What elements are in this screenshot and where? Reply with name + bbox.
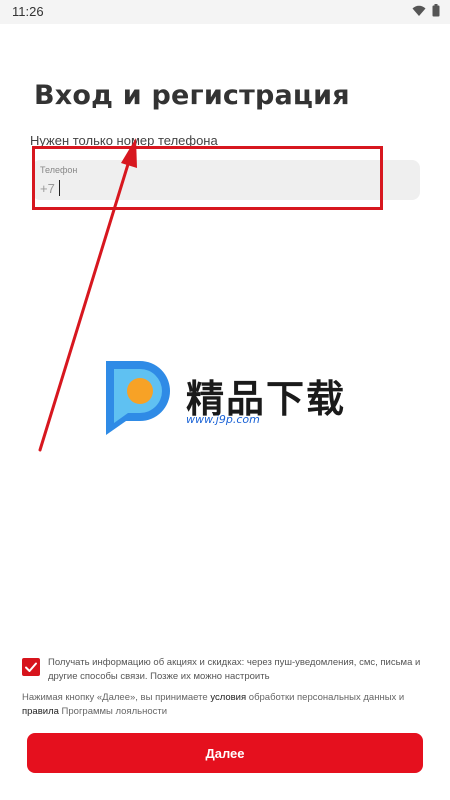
- terms-link-conditions[interactable]: условия: [210, 692, 246, 703]
- next-button[interactable]: Далее: [27, 733, 423, 773]
- wifi-icon: [412, 4, 426, 22]
- status-time: 11:26: [12, 4, 44, 19]
- battery-icon: [432, 4, 440, 22]
- terms-prefix: Нажимая кнопку «Далее», вы принимаете: [22, 692, 211, 703]
- page-title: Вход и регистрация: [34, 80, 350, 111]
- terms-text: Нажимая кнопку «Далее», вы принимаете ус…: [22, 691, 434, 719]
- watermark-url: www.j9p.com: [186, 413, 260, 426]
- consent-text: Получать информацию об акциях и скидках:…: [48, 657, 421, 682]
- terms-middle: обработки персональных данных и: [246, 692, 405, 703]
- annotation-highlight-box: [32, 146, 383, 210]
- checkmark-icon: [25, 662, 37, 672]
- watermark-logo: 精品下载 www.j9p.com: [100, 355, 360, 445]
- watermark-p-icon: [106, 361, 170, 435]
- status-icons: [412, 4, 440, 22]
- terms-suffix: Программы лояльности: [58, 706, 168, 717]
- terms-link-rules[interactable]: правила: [22, 706, 59, 717]
- consent-checkbox[interactable]: [22, 658, 40, 676]
- status-bar: 11:26: [0, 0, 450, 24]
